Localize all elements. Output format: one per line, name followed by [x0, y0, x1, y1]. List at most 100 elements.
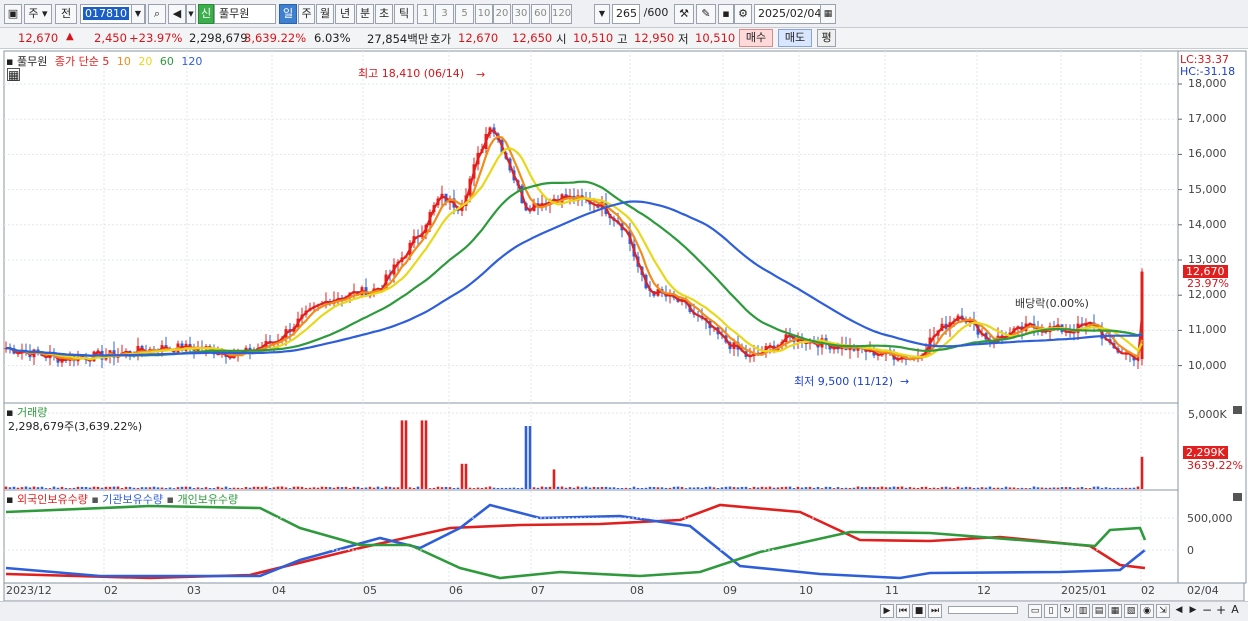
volume-bar [252, 486, 256, 489]
scroll-left-icon[interactable]: ◀ [1172, 604, 1186, 618]
volume-bar [228, 487, 232, 489]
volume-bar [1088, 488, 1092, 489]
volume-bar [220, 487, 224, 489]
volume-bar [400, 420, 404, 489]
volume-bar [600, 486, 604, 489]
volume-bar [852, 487, 856, 489]
volume-bar [664, 487, 668, 489]
volume-bar [232, 487, 236, 489]
volume-bar [336, 486, 340, 489]
font-size-icon[interactable]: A [1228, 604, 1242, 618]
volume-bar [996, 487, 1000, 489]
volume-bar [124, 486, 128, 489]
split-icon[interactable]: ▥ [1076, 604, 1090, 618]
x-axis-label: 06 [449, 584, 463, 597]
volume-bar [624, 487, 628, 489]
zoom-in-icon[interactable]: + [1214, 604, 1228, 618]
volume-bar [40, 486, 44, 489]
volume-bar [836, 487, 840, 489]
volume-bar [784, 486, 788, 489]
volume-readout: 2,298,679주(3,639.22%) [8, 420, 143, 433]
volume-bar [756, 487, 760, 489]
volume-bar [580, 487, 584, 489]
volume-bar [900, 486, 904, 489]
volume-bar [736, 487, 740, 489]
refresh-icon[interactable]: ↻ [1060, 604, 1074, 618]
volume-bar [672, 486, 676, 489]
grid-icon[interactable]: ▦ [1108, 604, 1122, 618]
volume-bar [888, 487, 892, 489]
volume-bar [388, 486, 392, 489]
zoom-slider[interactable] [948, 606, 1018, 614]
volume-bar [972, 487, 976, 489]
zoom-out-icon[interactable]: − [1200, 604, 1214, 618]
scroll-first-icon[interactable]: ⏮ [896, 604, 910, 618]
camera-icon[interactable]: ◉ [1140, 604, 1154, 618]
volume-bar [712, 487, 716, 489]
volume-ytick: 5,000K [1188, 408, 1227, 421]
volume-bar [132, 487, 136, 489]
volume-bar [160, 487, 164, 489]
volume-bar [588, 487, 592, 489]
volume-bar [720, 487, 724, 489]
fit-icon[interactable]: ⇲ [1156, 604, 1170, 618]
volume-bar [692, 487, 696, 489]
layout-icon[interactable]: ▯ [1044, 604, 1058, 618]
volume-bar [208, 487, 212, 489]
volume-bar [416, 486, 420, 489]
legend-bullet-icon: ▪ [6, 55, 14, 68]
volume-bar [848, 487, 852, 489]
volume-bar [24, 486, 28, 489]
scroll-next-icon[interactable]: ▶ [880, 604, 894, 618]
volume-bar [584, 486, 588, 489]
volume-bar [860, 487, 864, 489]
volume-bar [188, 486, 192, 489]
volume-bar [760, 486, 764, 489]
volume-bar [976, 487, 980, 489]
holding-foreign: 외국인보유수량 [16, 493, 88, 506]
grid-toggle-icon[interactable]: ▦ [7, 68, 20, 81]
scroll-right-icon[interactable]: ▶ [1186, 604, 1200, 618]
volume-bar [308, 487, 312, 489]
compare-icon[interactable]: ▧ [1124, 604, 1138, 618]
x-axis-label: 02/04 [1187, 584, 1219, 597]
volume-bar [176, 487, 180, 489]
x-axis-label: 2025/01 [1061, 584, 1107, 597]
volume-last-tag: 2,299K [1183, 446, 1228, 459]
volume-bar [572, 487, 576, 489]
volume-bar [152, 486, 156, 489]
x-axis-label: 09 [723, 584, 737, 597]
volume-bar [8, 487, 12, 489]
scroll-last-icon[interactable]: ⏭ [928, 604, 942, 618]
chart-bottom-bar: ▶ ⏮ ■ ⏭ ▭ ▯ ↻ ▥ ▤ ▦ ▧ ◉ ⇲ ◀ ▶ − + A [0, 601, 1248, 621]
volume-bar [68, 488, 72, 489]
volume-bar [508, 487, 512, 489]
volume-bar [92, 486, 96, 489]
volume-bar [276, 486, 280, 489]
volume-bar [492, 487, 496, 489]
volume-bar [1056, 487, 1060, 489]
volume-bar [480, 487, 484, 489]
expand-icon[interactable]: ▤ [1092, 604, 1106, 618]
volume-bar [956, 486, 960, 489]
volume-bar [180, 486, 184, 489]
volume-bar [424, 420, 428, 489]
volume-bar [648, 486, 652, 489]
volume-bar [1128, 487, 1132, 489]
volume-bar [496, 487, 500, 489]
volume-bar [352, 486, 356, 489]
panel-close-icon [1233, 406, 1242, 414]
volume-bar [816, 486, 820, 489]
volume-bar [604, 486, 608, 489]
volume-bar [32, 486, 36, 489]
volume-bar [1092, 486, 1096, 489]
x-axis-label: 02 [104, 584, 118, 597]
price-ytick: 18,000 [1188, 77, 1227, 90]
volume-bar [60, 486, 64, 489]
volume-bar [404, 420, 408, 489]
scroll-stop-icon[interactable]: ■ [912, 604, 926, 618]
zoom-window-icon[interactable]: ▭ [1028, 604, 1042, 618]
volume-bar [104, 486, 108, 489]
volume-bar [748, 488, 752, 489]
volume-bar [988, 486, 992, 489]
